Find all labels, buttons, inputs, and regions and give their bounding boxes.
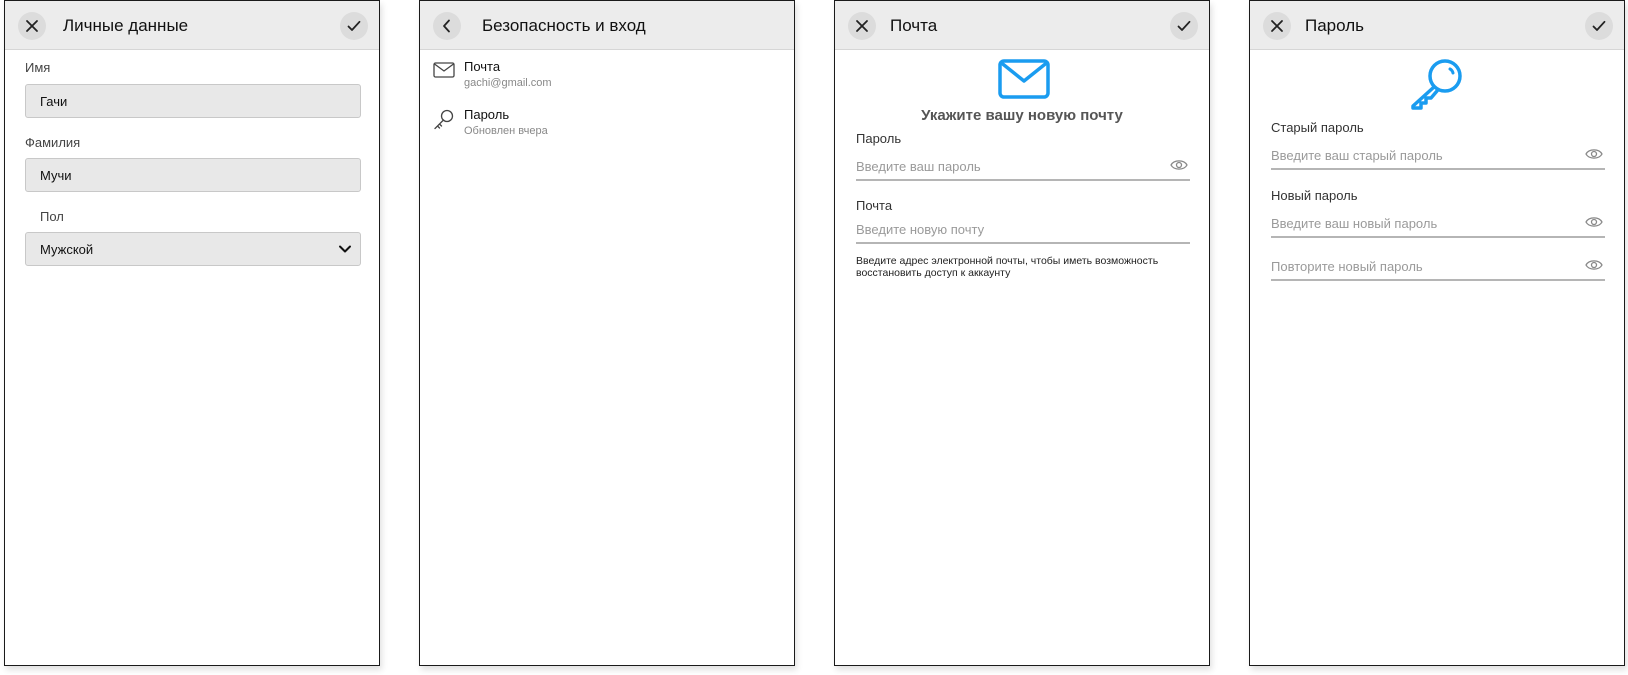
- list-item-title: Пароль: [464, 107, 510, 122]
- email-hint-line: восстановить доступ к аккаунту: [856, 267, 1011, 279]
- first-name-field[interactable]: Гачи: [25, 84, 361, 118]
- repeat-password-placeholder: Повторите новый пароль: [1271, 259, 1423, 274]
- email-screen: Почта Укажите вашу новую почту Пароль Вв…: [834, 0, 1210, 666]
- list-item-email[interactable]: Почта gachi@gmail.com: [433, 59, 773, 99]
- list-item-subtitle: Обновлен вчера: [464, 125, 548, 137]
- page-title: Личные данные: [63, 16, 189, 35]
- old-password-label: Старый пароль: [1271, 120, 1364, 135]
- header: Безопасность и вход: [420, 1, 794, 50]
- repeat-password-input[interactable]: Повторите новый пароль: [1271, 253, 1605, 281]
- email-heading: Укажите вашу новую почту: [921, 107, 1123, 124]
- new-password-label: Новый пароль: [1271, 188, 1358, 203]
- back-button[interactable]: [433, 12, 461, 40]
- key-icon: [434, 109, 454, 130]
- close-icon: [26, 20, 38, 32]
- eye-icon[interactable]: [1585, 147, 1603, 161]
- header: Почта: [835, 1, 1209, 50]
- list-item-subtitle: gachi@gmail.com: [464, 77, 552, 89]
- close-button[interactable]: [1263, 12, 1291, 40]
- email-hint-line: Введите адрес электронной почты, чтобы и…: [856, 255, 1159, 267]
- old-password-placeholder: Введите ваш старый пароль: [1271, 148, 1443, 163]
- check-icon: [1177, 20, 1191, 31]
- confirm-button[interactable]: [1585, 12, 1613, 40]
- mail-icon: [998, 59, 1050, 99]
- first-name-label: Имя: [25, 60, 51, 75]
- close-button[interactable]: [18, 12, 46, 40]
- email-placeholder: Введите новую почту: [856, 222, 985, 237]
- personal-data-screen: Личные данные Имя Гачи Фамилия Мучи Пол …: [4, 0, 380, 666]
- gender-label: Пол: [40, 209, 64, 224]
- last-name-field[interactable]: Мучи: [25, 158, 361, 192]
- last-name-label: Фамилия: [25, 135, 81, 150]
- header: Личные данные: [5, 1, 379, 50]
- eye-icon[interactable]: [1170, 158, 1188, 172]
- eye-icon[interactable]: [1585, 258, 1603, 272]
- eye-icon[interactable]: [1585, 215, 1603, 229]
- gender-select-value: Мужской: [40, 241, 94, 257]
- key-icon: [1411, 59, 1462, 110]
- security-screen: Безопасность и вход Почта gachi@gmail.co…: [419, 0, 795, 666]
- email-hint: Введите адрес электронной почты, чтобы и…: [856, 255, 1186, 279]
- header: Пароль: [1250, 1, 1624, 50]
- check-icon: [347, 20, 361, 31]
- page-title: Пароль: [1305, 16, 1364, 35]
- new-password-input[interactable]: Введите ваш новый пароль: [1271, 210, 1605, 238]
- close-button[interactable]: [848, 12, 876, 40]
- chevron-down-icon: [339, 245, 351, 253]
- close-icon: [1271, 20, 1283, 32]
- gender-select[interactable]: Мужской: [25, 232, 361, 266]
- email-input[interactable]: Введите новую почту: [856, 216, 1190, 244]
- confirm-button[interactable]: [340, 12, 368, 40]
- old-password-input[interactable]: Введите ваш старый пароль: [1271, 142, 1605, 170]
- page-title: Почта: [890, 16, 938, 35]
- close-icon: [856, 20, 868, 32]
- password-label: Пароль: [856, 131, 902, 146]
- page-title: Безопасность и вход: [482, 16, 646, 35]
- check-icon: [1592, 20, 1606, 31]
- list-item-password[interactable]: Пароль Обновлен вчера: [433, 107, 773, 147]
- email-label: Почта: [856, 198, 893, 213]
- password-screen: Пароль Старый пароль Введите ваш старый …: [1249, 0, 1625, 666]
- password-input[interactable]: Введите ваш пароль: [856, 153, 1190, 181]
- mail-icon: [433, 62, 455, 78]
- chevron-left-icon: [443, 19, 450, 33]
- confirm-button[interactable]: [1170, 12, 1198, 40]
- list-item-title: Почта: [464, 59, 501, 74]
- new-password-placeholder: Введите ваш новый пароль: [1271, 216, 1438, 231]
- password-placeholder: Введите ваш пароль: [856, 159, 981, 174]
